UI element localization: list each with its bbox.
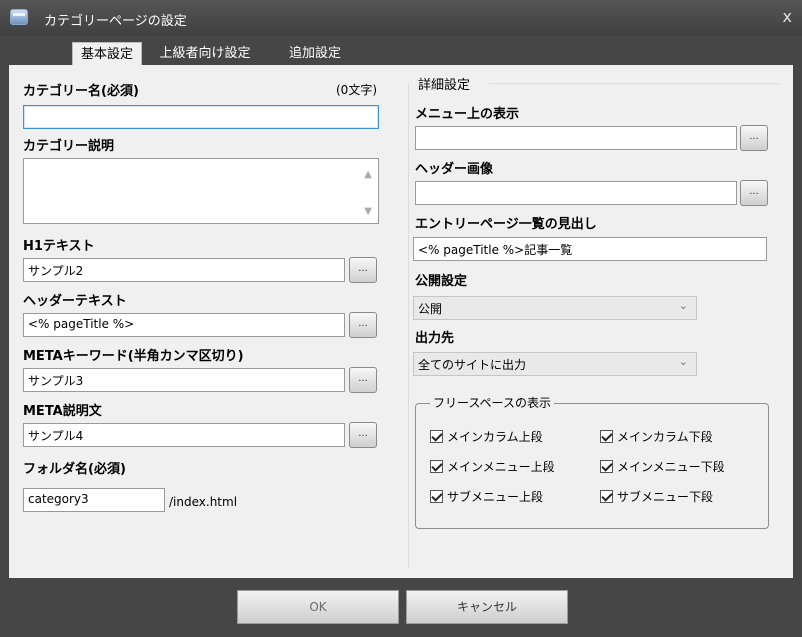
checkbox-main-menu-top[interactable]: メインメニュー上段 [430, 458, 555, 475]
folder-name-input[interactable]: category3 [23, 488, 165, 512]
output-target-value: 全てのサイトに出力 [418, 358, 527, 372]
scroll-down-icon[interactable]: ▼ [364, 206, 372, 217]
dialog-footer: OK キャンセル [0, 578, 802, 637]
checkbox-icon[interactable] [600, 430, 613, 443]
freespace-title: フリースペースの表示 [430, 394, 554, 411]
chevron-down-icon: ⌄ [678, 355, 688, 368]
checkbox-main-column-top[interactable]: メインカラム上段 [430, 428, 543, 445]
freespace-group: フリースペースの表示 メインカラム上段 メインカラム下段 メインメニュー上段 メ… [415, 394, 769, 529]
checkbox-main-menu-bottom[interactable]: メインメニュー下段 [600, 458, 725, 475]
app-icon [10, 9, 28, 25]
h1-browse-button[interactable]: ... [349, 257, 377, 283]
settings-dialog: カテゴリーページの設定 x 基本設定 上級者向け設定 追加設定 カテゴリー名(必… [0, 0, 802, 637]
menu-display-label: メニュー上の表示 [415, 107, 520, 122]
entry-heading-input[interactable]: <% pageTitle %>記事一覧 [413, 237, 767, 261]
output-target-label: 出力先 [415, 331, 455, 346]
category-desc-label: カテゴリー説明 [23, 139, 115, 154]
category-name-input[interactable] [23, 105, 379, 129]
publish-setting-value: 公開 [418, 302, 443, 316]
checkbox-main-column-bottom[interactable]: メインカラム下段 [600, 428, 713, 445]
checkbox-label: メインカラム上段 [447, 430, 543, 444]
meta-keywords-label: METAキーワード(半角カンマ区切り) [23, 349, 244, 364]
detail-settings-title: 詳細設定 [418, 78, 471, 93]
category-name-label: カテゴリー名(必須) [23, 84, 139, 99]
window-title: カテゴリーページの設定 [44, 14, 187, 29]
checkbox-icon[interactable] [430, 490, 443, 503]
checkbox-icon[interactable] [600, 460, 613, 473]
close-button[interactable]: x [783, 7, 792, 26]
meta-desc-label: META説明文 [23, 404, 102, 419]
checkbox-sub-menu-bottom[interactable]: サブメニュー下段 [600, 488, 713, 505]
tab-basic[interactable]: 基本設定 [72, 42, 142, 66]
h1-label: H1テキスト [23, 239, 95, 254]
meta-desc-browse-button[interactable]: ... [349, 422, 377, 448]
entry-heading-label: エントリーページ一覧の見出し [415, 217, 597, 232]
cancel-button[interactable]: キャンセル [406, 590, 568, 624]
h1-input[interactable]: サンプル2 [23, 258, 345, 282]
tab-advanced[interactable]: 上級者向け設定 [150, 42, 260, 66]
tab-additional[interactable]: 追加設定 [280, 42, 350, 66]
checkbox-label: サブメニュー下段 [617, 490, 714, 504]
checkbox-label: メインメニュー下段 [617, 460, 725, 474]
scroll-up-icon[interactable]: ▲ [364, 169, 372, 180]
checkbox-icon[interactable] [600, 490, 613, 503]
section-rule [489, 83, 779, 84]
checkbox-icon[interactable] [430, 430, 443, 443]
folder-name-label: フォルダ名(必須) [23, 462, 126, 477]
menu-display-input[interactable] [415, 126, 737, 150]
publish-setting-select[interactable]: 公開 ⌄ [413, 296, 697, 320]
basic-settings-panel: カテゴリー名(必須) (0文字) カテゴリー説明 ▲ ▼ H1テキスト サンプル… [9, 65, 793, 578]
meta-keywords-browse-button[interactable]: ... [349, 367, 377, 393]
checkbox-label: メインメニュー上段 [447, 460, 555, 474]
checkbox-label: メインカラム下段 [617, 430, 713, 444]
header-image-label: ヘッダー画像 [415, 162, 494, 177]
header-image-input[interactable] [415, 181, 737, 205]
publish-setting-label: 公開設定 [415, 274, 468, 289]
checkbox-icon[interactable] [430, 460, 443, 473]
output-target-select[interactable]: 全てのサイトに出力 ⌄ [413, 352, 697, 376]
header-image-browse-button[interactable]: ... [740, 180, 768, 206]
menu-display-browse-button[interactable]: ... [740, 125, 768, 151]
meta-keywords-input[interactable]: サンプル3 [23, 368, 345, 392]
ok-button[interactable]: OK [237, 590, 399, 624]
checkbox-label: サブメニュー上段 [447, 490, 544, 504]
chevron-down-icon: ⌄ [678, 299, 688, 312]
header-text-label: ヘッダーテキスト [23, 294, 127, 309]
checkbox-sub-menu-top[interactable]: サブメニュー上段 [430, 488, 543, 505]
category-desc-textarea[interactable]: ▲ ▼ [23, 158, 379, 224]
title-bar: カテゴリーページの設定 x [0, 0, 802, 36]
header-text-browse-button[interactable]: ... [349, 312, 377, 338]
header-text-input[interactable]: <% pageTitle %> [23, 313, 345, 337]
folder-suffix: /index.html [169, 495, 238, 509]
meta-desc-input[interactable]: サンプル4 [23, 423, 345, 447]
char-count: (0文字) [336, 83, 377, 97]
section-divider [408, 83, 409, 569]
